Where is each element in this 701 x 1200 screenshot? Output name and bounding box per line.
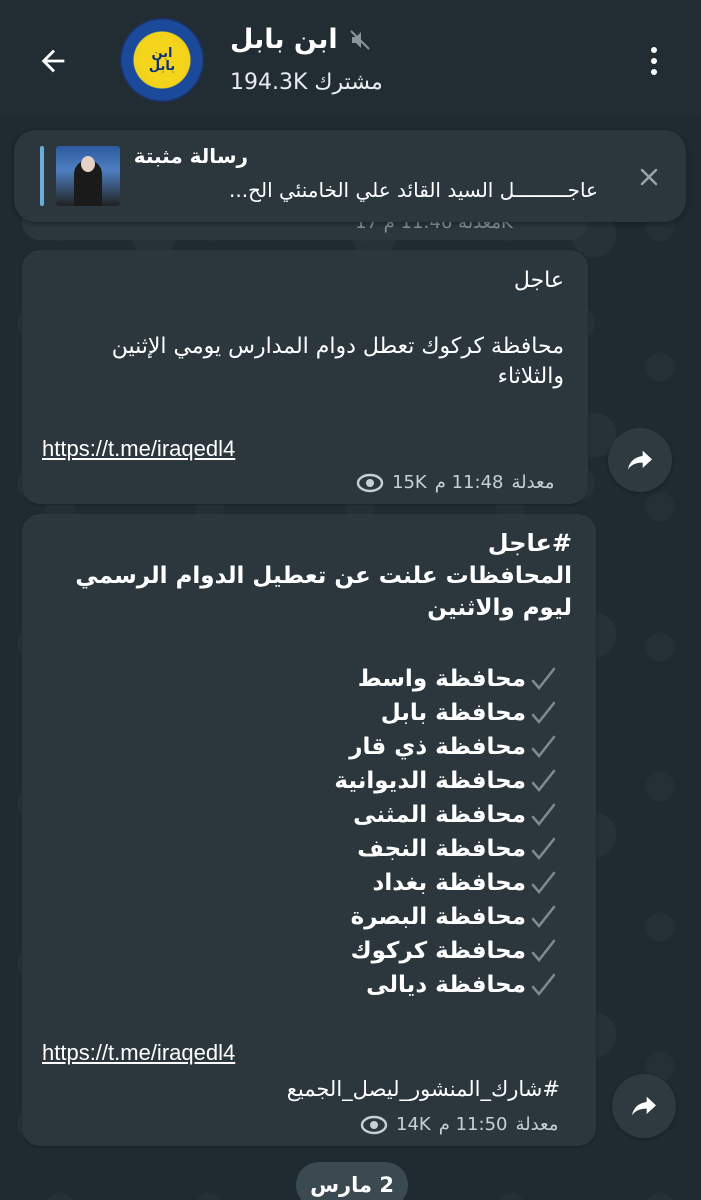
pinned-title: رسالة مثبتة: [133, 144, 248, 168]
list-item-text: محافظة ديالى: [366, 972, 526, 998]
views-count: 15K: [392, 472, 427, 493]
avatar-logo: ابن بابل: [137, 37, 187, 83]
check-icon: [528, 732, 558, 762]
more-options-button[interactable]: [636, 38, 672, 84]
message-time: 11:50 م: [438, 1114, 508, 1135]
dot-icon: [651, 47, 657, 53]
channel-header: ابن بابل ابن بابل 194.3K مشترك: [0, 0, 701, 115]
check-icon: [528, 664, 558, 694]
edited-label: معدلة: [515, 1114, 559, 1135]
list-item: محافظة ديالى: [158, 968, 558, 1002]
check-icon: [528, 970, 558, 1000]
date-separator: 2 مارس: [296, 1162, 408, 1200]
check-icon: [528, 698, 558, 728]
list-item-text: محافظة بغداد: [372, 870, 526, 896]
message-headline: عاجل: [513, 268, 564, 293]
check-icon: [528, 902, 558, 932]
views-icon: [360, 1115, 388, 1135]
list-item-text: محافظة ذي قار: [349, 734, 526, 760]
views-icon: [356, 473, 384, 493]
province-list: محافظة واسط محافظة بابل محافظة ذي قار مح…: [158, 662, 558, 1002]
list-item-text: محافظة واسط: [357, 666, 526, 692]
check-icon: [528, 834, 558, 864]
list-item-text: محافظة الديوانية: [334, 768, 526, 794]
message-link[interactable]: https://t.me/iraqedl4: [42, 436, 235, 462]
list-item: محافظة كركوك: [158, 934, 558, 968]
list-item: محافظة النجف: [158, 832, 558, 866]
list-item-text: محافظة النجف: [357, 836, 526, 862]
list-item: محافظة بغداد: [158, 866, 558, 900]
edited-label: معدلة: [511, 472, 555, 493]
pinned-accent-line: [40, 146, 44, 206]
message-meta: 14K 11:50 م معدلة: [360, 1114, 558, 1135]
close-icon: [640, 168, 658, 186]
check-icon: [528, 766, 558, 796]
thumbnail-face: [81, 156, 95, 172]
forward-icon: [632, 1096, 656, 1116]
message-headline: المحافظات علنت عن تعطيل الدوام الرسمي لي…: [75, 563, 572, 621]
arrow-left-icon: [41, 49, 65, 73]
message-bubble[interactable]: عاجل محافظة كركوك تعطل دوام المدارس يومي…: [22, 250, 588, 504]
back-button[interactable]: [30, 38, 76, 84]
check-icon: [528, 800, 558, 830]
pinned-preview-text: عاجـــــــــل السيد القائد علي الخامنئي …: [229, 178, 598, 202]
list-item: محافظة البصرة: [158, 900, 558, 934]
message-footer-hashtag[interactable]: #شارك_المنشور_ليصل_الجميع: [287, 1074, 560, 1104]
subscriber-count: 194.3K مشترك: [230, 70, 383, 95]
dot-icon: [651, 69, 657, 75]
message-bubble[interactable]: #عاجل المحافظات علنت عن تعطيل الدوام الر…: [22, 514, 596, 1146]
check-icon: [528, 936, 558, 966]
list-item: محافظة المثنى: [158, 798, 558, 832]
list-item-text: محافظة المثنى: [353, 802, 526, 828]
views-count: 14K: [396, 1114, 431, 1135]
list-item-text: محافظة البصرة: [350, 904, 526, 930]
list-item: محافظة ذي قار: [158, 730, 558, 764]
message-body: محافظة كركوك تعطل دوام المدارس يومي الإث…: [111, 334, 564, 389]
channel-title: ابن بابل: [230, 24, 338, 55]
forward-icon: [628, 450, 652, 470]
pinned-thumbnail: [56, 146, 120, 206]
check-icon: [528, 868, 558, 898]
muted-icon: [348, 28, 372, 52]
list-item-text: محافظة بابل: [380, 700, 526, 726]
message-meta: 15K 11:48 م معدلة: [356, 472, 554, 493]
list-item-text: محافظة كركوك: [350, 938, 526, 964]
dot-icon: [651, 58, 657, 64]
close-pinned-button[interactable]: [634, 162, 664, 192]
list-item: محافظة بابل: [158, 696, 558, 730]
forward-button[interactable]: [608, 428, 672, 492]
channel-title-row[interactable]: ابن بابل: [230, 24, 372, 55]
list-item: محافظة واسط: [158, 662, 558, 696]
avatar-text: ابن بابل: [148, 46, 176, 74]
pinned-message-bar[interactable]: رسالة مثبتة عاجـــــــــل السيد القائد ع…: [14, 130, 686, 222]
list-item: محافظة الديوانية: [158, 764, 558, 798]
message-time: 11:48 م: [434, 472, 504, 493]
channel-avatar[interactable]: ابن بابل: [120, 18, 204, 102]
forward-button[interactable]: [612, 1074, 676, 1138]
message-link[interactable]: https://t.me/iraqedl4: [42, 1040, 235, 1066]
message-hashtag: #عاجل: [487, 529, 572, 557]
